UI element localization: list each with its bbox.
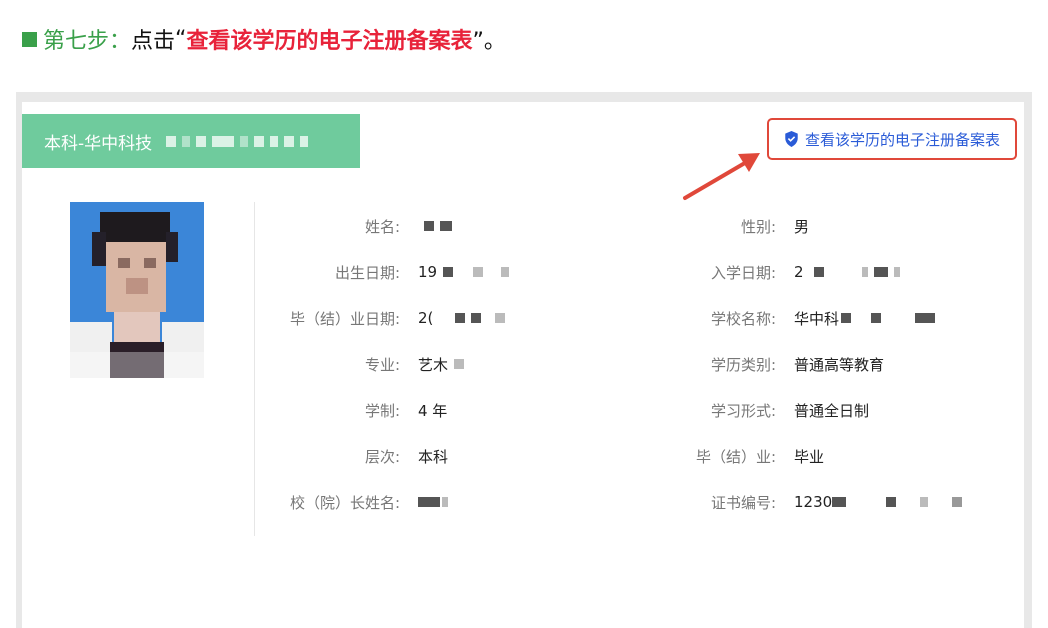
- open-quote: “: [175, 26, 187, 52]
- green-square-icon: [22, 31, 37, 47]
- field-value: 19: [418, 263, 510, 281]
- column-divider: [254, 202, 255, 536]
- instruction-link-text: 查看该学历的电子注册备案表: [186, 29, 473, 54]
- field-label: 专业:: [364, 355, 400, 374]
- degree-tab-label: 本科-华中科技: [44, 133, 153, 154]
- field-graduation-date: 毕（结）业日期: 2(: [260, 306, 506, 330]
- instruction-line: 第七步： 点击 “ 查看该学历的电子注册备案表 ”。: [22, 24, 506, 54]
- field-value: 毕业: [794, 447, 825, 466]
- field-label: 入学日期:: [710, 263, 776, 282]
- field-value: 普通高等教育: [794, 355, 885, 374]
- field-value: 2: [794, 263, 900, 281]
- close-quote: ”。: [472, 29, 506, 54]
- field-value: 普通全日制: [794, 401, 870, 420]
- field-label: 毕（结）业:: [695, 447, 776, 466]
- field-label: 性别:: [740, 217, 776, 236]
- field-value: 本科: [418, 447, 449, 466]
- field-label: 毕（结）业日期:: [289, 309, 400, 328]
- field-school-name: 学校名称: 华中科: [636, 306, 936, 330]
- field-value: 1230: [794, 493, 963, 511]
- field-label: 证书编号:: [710, 493, 776, 512]
- field-value: 华中科: [794, 308, 936, 329]
- field-label: 层次:: [364, 447, 400, 466]
- field-gender: 性别: 男: [636, 214, 809, 238]
- field-study-mode: 学习形式: 普通全日制: [636, 398, 869, 422]
- field-major: 专业: 艺木: [260, 352, 465, 376]
- avatar: [70, 202, 204, 378]
- field-label: 学校名称:: [710, 309, 776, 328]
- view-record-button[interactable]: 查看该学历的电子注册备案表: [767, 118, 1017, 160]
- field-label: 学习形式:: [710, 401, 776, 420]
- instruction-prefix: 点击: [131, 29, 176, 54]
- degree-tab[interactable]: 本科-华中科技: [22, 114, 360, 168]
- field-length-of-schooling: 学制: 4 年: [260, 398, 447, 422]
- field-level: 层次: 本科: [260, 444, 448, 468]
- step-label: 第七步：: [43, 29, 132, 54]
- field-principal-name: 校（院）长姓名:: [260, 490, 448, 514]
- field-label: 姓名:: [364, 217, 400, 236]
- field-value: 4 年: [418, 401, 448, 420]
- shield-check-icon: [785, 131, 798, 147]
- field-value: [418, 497, 448, 507]
- field-value: [418, 221, 452, 231]
- arrow-icon: [683, 153, 760, 200]
- field-enrollment-date: 入学日期: 2: [636, 260, 900, 284]
- field-label: 学制:: [364, 401, 400, 420]
- field-value: 艺木: [418, 354, 465, 375]
- field-value: 2(: [418, 309, 506, 327]
- field-graduation-status: 毕（结）业: 毕业: [636, 444, 824, 468]
- field-value: 男: [794, 217, 810, 236]
- field-name: 姓名:: [260, 214, 452, 238]
- field-birth-date: 出生日期: 19: [260, 260, 510, 284]
- field-certificate-number: 证书编号: 1230: [636, 490, 963, 514]
- field-label: 学历类别:: [710, 355, 776, 374]
- field-label: 校（院）长姓名:: [289, 493, 400, 512]
- field-education-category: 学历类别: 普通高等教育: [636, 352, 884, 376]
- view-record-label: 查看该学历的电子注册备案表: [804, 130, 1000, 149]
- redacted-mosaic: [166, 135, 309, 147]
- field-label: 出生日期:: [334, 263, 400, 282]
